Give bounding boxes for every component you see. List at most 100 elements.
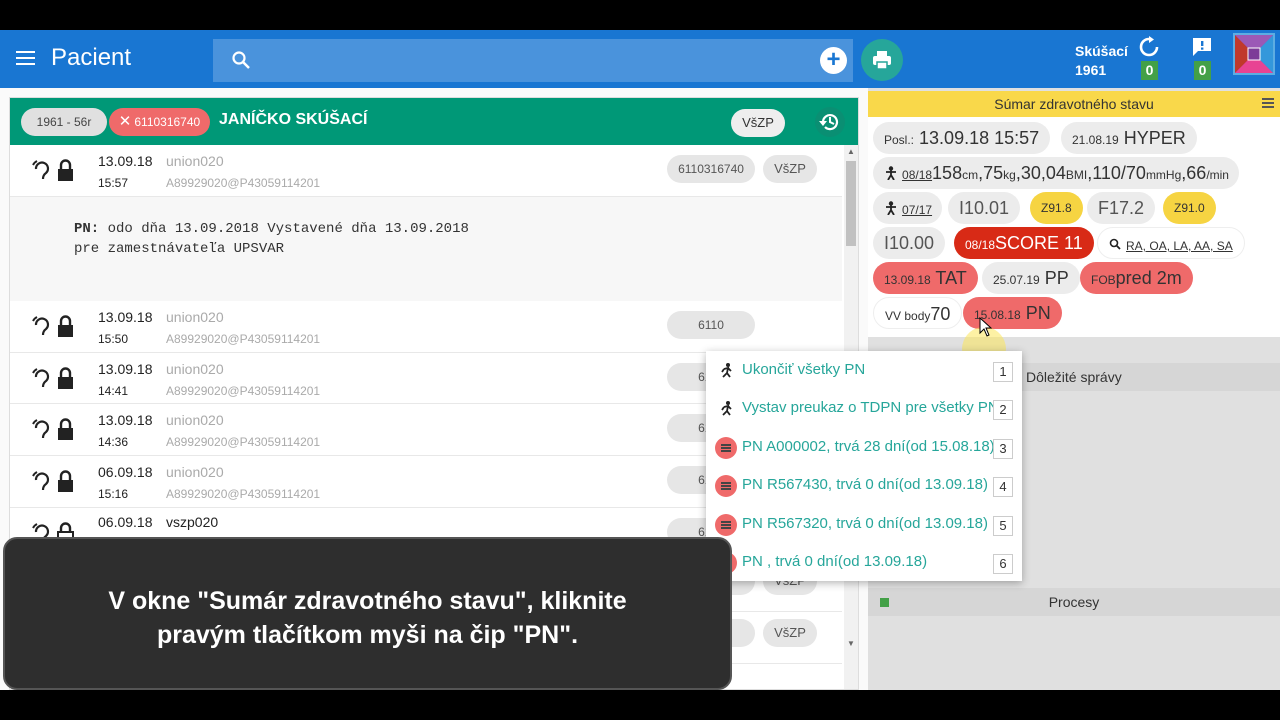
search-bar[interactable]: +: [213, 39, 853, 82]
score-label: SCORE 11: [995, 233, 1083, 253]
record-date: 13.09.18: [98, 361, 153, 377]
pp-chip[interactable]: 25.07.19 PP: [982, 262, 1080, 294]
ctx-pn-r567430[interactable]: PN R567430, trvá 0 dní(od 13.09.18) 4: [706, 466, 1022, 504]
score-chip[interactable]: 08/18SCORE 11: [954, 227, 1094, 259]
add-button[interactable]: +: [820, 47, 847, 74]
ctx-pn-a000002[interactable]: PN A000002, trvá 28 dní(od 15.08.18) 3: [706, 428, 1022, 466]
record-insurance-chip[interactable]: VšZP: [763, 155, 817, 183]
record-signature: A89929020@P43059114201: [166, 384, 321, 398]
ctx-label: Vystav preukaz o TDPN pre všetky PN: [742, 399, 999, 416]
vitals-pulse: ,66: [1181, 163, 1207, 183]
ctx-pn-r567320[interactable]: PN R567320, trvá 0 dní(od 13.09.18) 5: [706, 505, 1022, 543]
vv-chip[interactable]: VV body70: [873, 297, 963, 329]
score-date: 08/18: [965, 238, 996, 252]
vitals-weight: ,75: [978, 163, 1004, 183]
vv-value: 70: [930, 304, 951, 324]
record-user: union020: [166, 412, 224, 428]
record-signature: A89929020@P43059114201: [166, 332, 321, 346]
vitals-chip[interactable]: 08/18158cm,75kg,30,04BMI,110/70mmHg,66/m…: [873, 157, 1239, 189]
ctx-end-all-pn[interactable]: Ukončiť všetky PN 1: [706, 351, 1022, 389]
diagnosis-date-chip[interactable]: 07/17: [873, 192, 943, 224]
diagnosis-chip-f172[interactable]: F17.2: [1087, 192, 1156, 224]
summary-menu-icon[interactable]: [1262, 98, 1274, 108]
ctx-issue-tdpn[interactable]: Vystav preukaz o TDPN pre všetky PN 2: [706, 389, 1022, 427]
hearing-lock-icon: [32, 470, 73, 492]
last-visit-value: 13.09.18 15:57: [919, 128, 1040, 148]
print-button[interactable]: [861, 39, 903, 81]
medication-search-label: RA, OA, LA, AA, SA: [1126, 239, 1233, 253]
tat-chip[interactable]: 13.09.18 TAT: [873, 262, 978, 294]
search-icon: [1109, 238, 1121, 250]
person-icon: [886, 166, 896, 181]
menu-icon[interactable]: [16, 51, 35, 65]
fob-prefix: FOB: [1091, 273, 1116, 287]
record-user: union020: [166, 153, 224, 169]
pn-chip[interactable]: 15.08.18 PN: [963, 297, 1062, 329]
record-time: 15:16: [98, 487, 129, 501]
diagnosis-date: 07/17: [902, 203, 933, 217]
record-user: union020: [166, 309, 224, 325]
diagnosis-chip-z910[interactable]: Z91.0: [1163, 192, 1216, 224]
scroll-down-icon[interactable]: ▼: [847, 639, 855, 648]
hearing-lock-icon: [32, 315, 73, 337]
ctx-shortcut: 6: [993, 554, 1013, 574]
diagnosis-chip-i1001[interactable]: I10.01: [948, 192, 1021, 224]
record-user: union020: [166, 361, 224, 377]
record-insurance-chip[interactable]: VšZP: [763, 619, 817, 647]
caption-line-2: pravým tlačítkom myši na čip "PN".: [156, 621, 579, 649]
medication-search-chip[interactable]: RA, OA, LA, AA, SA: [1097, 227, 1245, 259]
ctx-shortcut: 5: [993, 516, 1013, 536]
ctx-shortcut: 1: [993, 362, 1013, 382]
summary-title: Súmar zdravotného stavu: [868, 91, 1280, 117]
search-icon: [232, 51, 250, 69]
record-signature: A89929020@P43059114201: [166, 435, 321, 449]
fob-chip[interactable]: FOBpred 2m: [1080, 262, 1193, 294]
caption-line-1: V okne "Sumár zdravotného stavu", klikni…: [108, 587, 627, 615]
hyper-label: HYPER: [1123, 128, 1186, 148]
last-visit-label: Posl.:: [884, 133, 915, 147]
ctx-label: PN R567430, trvá 0 dní(od 13.09.18): [742, 476, 988, 493]
insurance-chip[interactable]: VšZP: [731, 109, 785, 137]
age-chip[interactable]: 1961 - 56r: [21, 108, 107, 136]
ctx-pn-unnamed[interactable]: PN , trvá 0 dní(od 13.09.18) 6: [706, 543, 1022, 581]
hyper-date: 21.08.19: [1072, 133, 1119, 147]
patient-id-chip[interactable]: ✕ 6110316740: [109, 108, 210, 136]
ctx-shortcut: 2: [993, 400, 1013, 420]
vv-label: VV body: [885, 309, 931, 323]
history-button[interactable]: [815, 107, 845, 137]
vitals-bmi: ,30,04: [1015, 163, 1066, 183]
history-icon: [819, 114, 839, 131]
mouse-cursor-icon: [979, 317, 993, 337]
record-id-chip[interactable]: 6110316740: [667, 155, 755, 183]
list-icon: [715, 475, 737, 497]
last-visit-chip[interactable]: Posl.: 13.09.18 15:57: [873, 122, 1051, 154]
user-name[interactable]: Skúšací: [1075, 43, 1128, 59]
scroll-thumb[interactable]: [846, 161, 856, 246]
close-icon[interactable]: ✕: [119, 113, 132, 130]
tutorial-caption: V okne "Sumár zdravotného stavu", klikni…: [3, 537, 732, 690]
record-date: 13.09.18: [98, 412, 153, 428]
processes-header[interactable]: Procesy: [868, 588, 1280, 616]
sync-icon[interactable]: [1138, 36, 1160, 58]
ctx-label: PN R567320, trvá 0 dní(od 13.09.18): [742, 515, 988, 532]
pn-context-menu: Ukončiť všetky PN 1 Vystav preukaz o TDP…: [706, 351, 1022, 581]
diagnosis-chip-z918[interactable]: Z91.8: [1030, 192, 1083, 224]
hearing-lock-icon: [32, 367, 73, 389]
record-id-chip[interactable]: 6110: [667, 311, 755, 339]
vitals-pulse-unit: /min: [1206, 168, 1229, 182]
record-user: union020: [166, 464, 224, 480]
record-row[interactable]: 13.09.18 15:57 union020 A89929020@P43059…: [10, 145, 842, 197]
diagnosis-chip-i1000[interactable]: I10.00: [873, 227, 946, 259]
feedback-icon[interactable]: [1191, 36, 1213, 58]
ctx-label: PN A000002, trvá 28 dní(od 15.08.18): [742, 438, 995, 455]
scroll-up-icon[interactable]: ▲: [847, 147, 855, 156]
record-detail-line1: odo dňa 13.09.2018 Vystavené dňa 13.09.2…: [99, 221, 469, 237]
hyper-chip[interactable]: 21.08.19 HYPER: [1061, 122, 1197, 154]
record-signature: A89929020@P43059114201: [166, 487, 321, 501]
record-date: 13.09.18: [98, 309, 153, 325]
record-user: vszp020: [166, 514, 219, 530]
patient-id-label: 6110316740: [134, 115, 201, 129]
alert-count-badge: 0: [1194, 61, 1211, 80]
record-row[interactable]: 13.09.18 15:50 union020 A89929020@P43059…: [10, 301, 842, 353]
app-logo[interactable]: [1233, 33, 1275, 75]
